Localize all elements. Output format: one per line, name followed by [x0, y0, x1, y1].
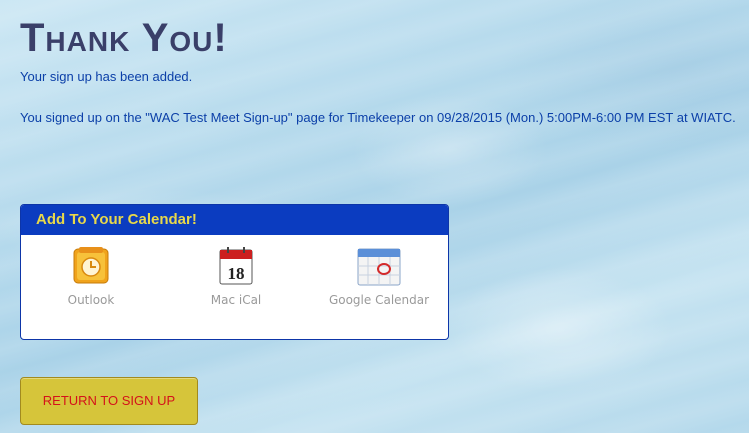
return-to-sign-up-button[interactable]: RETURN TO SIGN UP	[20, 377, 198, 425]
outlook-option[interactable]: Outlook	[26, 245, 156, 307]
outlook-label: Outlook	[67, 293, 115, 307]
ical-icon: 18	[219, 247, 253, 285]
ical-day: 18	[228, 264, 245, 283]
google-calendar-option[interactable]: Google Calendar	[314, 245, 444, 307]
google-calendar-icon	[357, 248, 401, 286]
main-content: Thank You! Your sign up has been added. …	[20, 0, 749, 433]
outlook-icon	[73, 247, 109, 284]
mac-ical-option[interactable]: 18 Mac iCal	[171, 245, 301, 307]
confirmation-message: Your sign up has been added.	[20, 69, 193, 84]
mac-ical-label: Mac iCal	[210, 293, 262, 307]
google-calendar-label: Google Calendar	[328, 293, 430, 307]
add-to-calendar-panel: Add To Your Calendar! Outlook 18 Mac iCa…	[20, 204, 449, 340]
calendar-panel-heading: Add To Your Calendar!	[21, 205, 448, 235]
page-title: Thank You!	[20, 16, 228, 60]
signup-details: You signed up on the "WAC Test Meet Sign…	[20, 110, 736, 125]
